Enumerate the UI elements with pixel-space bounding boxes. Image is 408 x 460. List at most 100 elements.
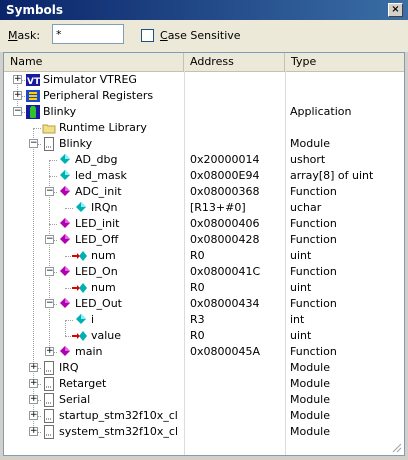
tree-row[interactable]: num R0 uint xyxy=(4,248,404,264)
function-icon xyxy=(58,265,72,279)
mask-label: Mask: xyxy=(8,29,41,42)
tree-row[interactable]: − LED_On 0x0800041C Function xyxy=(4,264,404,280)
tree-row[interactable]: LED_init 0x08000406 Function xyxy=(4,216,404,232)
column-header-type[interactable]: Type xyxy=(285,53,404,71)
symbol-type: uint xyxy=(290,329,312,342)
tree-row[interactable]: + system_stm32f10x_cl Module xyxy=(4,424,404,440)
tree-connector xyxy=(49,224,57,225)
tree-row[interactable]: − Blinky Module xyxy=(4,136,404,152)
tree-row[interactable]: IRQn [R13+#0] uchar xyxy=(4,200,404,216)
symbol-type: Module xyxy=(290,409,330,422)
symbol-name: Blinky xyxy=(43,105,77,118)
symbol-name: i xyxy=(91,313,95,326)
module-icon xyxy=(42,393,56,407)
tree-row[interactable]: + Serial Module xyxy=(4,392,404,408)
symbol-name: LED_Out xyxy=(75,297,122,310)
mask-input[interactable] xyxy=(52,24,124,44)
column-header: Name Address Type xyxy=(4,53,404,72)
symbol-type: ushort xyxy=(290,153,326,166)
tree-row[interactable]: − Blinky Application xyxy=(4,104,404,120)
symbol-address: 0x08000E94 xyxy=(190,169,260,182)
tree-row[interactable]: + Peripheral Registers xyxy=(4,88,404,104)
symbol-type: Function xyxy=(290,233,337,246)
expand-icon[interactable]: + xyxy=(29,379,38,388)
tree-row[interactable]: − LED_Off 0x08000428 Function xyxy=(4,232,404,248)
tree-row[interactable]: + startup_stm32f10x_cl Module xyxy=(4,408,404,424)
tree-row[interactable]: − ADC_init 0x08000368 Function xyxy=(4,184,404,200)
collapse-icon[interactable]: − xyxy=(13,107,22,116)
symbol-name: system_stm32f10x_cl xyxy=(59,425,179,438)
column-header-name[interactable]: Name xyxy=(4,53,184,71)
symbol-address: 0x08000434 xyxy=(190,297,260,310)
symbol-address: 0x20000014 xyxy=(190,153,260,166)
case-sensitive-label[interactable]: Case Sensitive xyxy=(160,29,241,42)
symbol-type: Function xyxy=(290,297,337,310)
symbol-name: Serial xyxy=(59,393,91,406)
symbol-type: uchar xyxy=(290,201,322,214)
symbol-name: IRQ xyxy=(59,361,79,374)
symbol-address: [R13+#0] xyxy=(190,201,246,214)
symbol-type: array[8] of uint xyxy=(290,169,374,182)
expand-icon[interactable]: + xyxy=(29,395,38,404)
vtreg-icon: VT xyxy=(26,73,41,87)
parameter-arrow-icon xyxy=(72,281,88,295)
tree-row[interactable]: num R0 uint xyxy=(4,280,404,296)
symbol-type: Module xyxy=(290,377,330,390)
tree-row[interactable]: + main 0x0800045A Function xyxy=(4,344,404,360)
expand-icon[interactable]: + xyxy=(45,347,54,356)
symbol-name: Runtime Library xyxy=(59,121,147,134)
symbol-type: Module xyxy=(290,137,330,150)
folder-icon xyxy=(42,121,56,135)
collapse-icon[interactable]: − xyxy=(29,139,38,148)
tree-connector xyxy=(33,128,41,129)
symbols-tree-panel[interactable]: Name Address Type + VT Simulator VTREG + Per… xyxy=(3,52,405,456)
symbol-name: Peripheral Registers xyxy=(43,89,154,102)
collapse-icon[interactable]: − xyxy=(45,235,54,244)
symbol-name: Simulator VTREG xyxy=(43,73,137,86)
variable-icon xyxy=(74,313,88,327)
symbol-address: R0 xyxy=(190,281,205,294)
symbol-type: Module xyxy=(290,425,330,438)
symbol-name: LED_Off xyxy=(75,233,119,246)
function-icon xyxy=(58,297,72,311)
svg-text:VT: VT xyxy=(27,77,40,87)
close-button[interactable]: × xyxy=(388,3,403,17)
tree-connector xyxy=(65,320,73,321)
symbol-address: R3 xyxy=(190,313,205,326)
expand-icon[interactable]: + xyxy=(29,411,38,420)
case-sensitive-checkbox[interactable] xyxy=(141,29,154,42)
symbol-type: Module xyxy=(290,393,330,406)
tree-row[interactable]: + VT Simulator VTREG xyxy=(4,72,404,88)
collapse-icon[interactable]: − xyxy=(45,299,54,308)
tree-row[interactable]: − LED_Out 0x08000434 Function xyxy=(4,296,404,312)
symbol-name: LED_init xyxy=(75,217,120,230)
symbol-type: Function xyxy=(290,217,337,230)
symbol-name: Retarget xyxy=(59,377,107,390)
resize-grip-icon[interactable] xyxy=(390,441,402,453)
expand-icon[interactable]: + xyxy=(13,75,22,84)
column-header-address[interactable]: Address xyxy=(184,53,285,71)
variable-icon xyxy=(74,201,88,215)
symbol-address: R0 xyxy=(190,249,205,262)
symbol-name: IRQn xyxy=(91,201,118,214)
expand-icon[interactable]: + xyxy=(13,91,22,100)
expand-icon[interactable]: + xyxy=(29,363,38,372)
tree-row[interactable]: + IRQ Module xyxy=(4,360,404,376)
module-icon xyxy=(42,377,56,391)
symbol-type: Application xyxy=(290,105,352,118)
tree-row[interactable]: Runtime Library xyxy=(4,120,404,136)
collapse-icon[interactable]: − xyxy=(45,267,54,276)
tree-row[interactable]: led_mask 0x08000E94 array[8] of uint xyxy=(4,168,404,184)
expand-icon[interactable]: + xyxy=(29,427,38,436)
tree-row[interactable]: + Retarget Module xyxy=(4,376,404,392)
tree-row[interactable]: AD_dbg 0x20000014 ushort xyxy=(4,152,404,168)
tree-row[interactable]: value R0 uint xyxy=(4,328,404,344)
collapse-icon[interactable]: − xyxy=(45,187,54,196)
tree-row[interactable]: i R3 int xyxy=(4,312,404,328)
application-icon xyxy=(26,105,40,119)
symbol-type: uint xyxy=(290,249,312,262)
symbol-type: uint xyxy=(290,281,312,294)
symbol-name: main xyxy=(75,345,103,358)
symbol-type: Function xyxy=(290,185,337,198)
symbol-name: AD_dbg xyxy=(75,153,118,166)
